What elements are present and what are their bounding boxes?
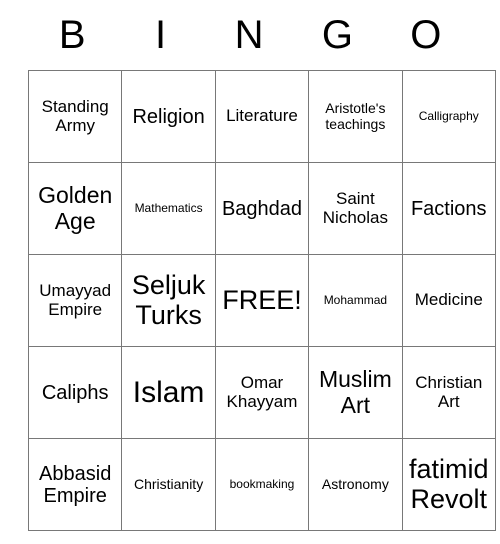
bingo-cell[interactable]: Seljuk Turks (121, 254, 216, 347)
bingo-cell-label: Christian Art (415, 372, 483, 411)
bingo-cell[interactable]: Christianity (121, 438, 216, 531)
bingo-header-letter-b: B (58, 13, 86, 57)
bingo-cell-label: Factions (410, 197, 487, 220)
bingo-header-letter-o: O (410, 13, 442, 57)
bingo-cell[interactable]: bookmaking (214, 438, 310, 531)
bingo-cell[interactable]: Omar Khayyam (214, 346, 310, 439)
bingo-cell[interactable]: Muslim Art (308, 346, 403, 439)
bingo-cell-label: Calligraphy (418, 108, 479, 123)
bingo-cell-label: Abbasid Empire (39, 462, 112, 507)
bingo-grid: Standing Army Religion Literature Aristo… (27, 70, 496, 531)
bingo-cell[interactable]: Literature (214, 70, 310, 163)
bingo-cell-label: Golden Age (38, 182, 113, 234)
bingo-cell-label: Medicine (414, 290, 483, 310)
bingo-row: Umayyad Empire Seljuk Turks FREE! Mohamm… (27, 254, 496, 347)
bingo-cell-label: Caliphs (41, 381, 109, 404)
bingo-cell-label: Standing Army (41, 96, 109, 135)
bingo-card: B I N G O Standing Army Religion Literat… (27, 0, 496, 531)
bingo-cell[interactable]: fatimid Revolt (401, 438, 496, 531)
bingo-header: B I N G O (28, 0, 470, 70)
bingo-cell-label: fatimid Revolt (408, 453, 489, 514)
bingo-cell-label: Mathematics (134, 200, 203, 215)
bingo-cell[interactable]: Islam (121, 346, 216, 439)
bingo-cell-label: Literature (226, 106, 298, 126)
bingo-cell[interactable]: Baghdad (214, 162, 310, 255)
bingo-cell-label: Muslim Art (318, 366, 392, 418)
bingo-free-space-label: FREE! (222, 284, 302, 315)
bingo-cell[interactable]: Aristotle's teachings (308, 70, 403, 163)
bingo-cell[interactable]: Caliphs (27, 346, 123, 439)
bingo-cell[interactable]: Factions (401, 162, 496, 255)
bingo-cell[interactable]: Mohammad (308, 254, 403, 347)
bingo-cell-label: Omar Khayyam (226, 372, 298, 411)
bingo-cell[interactable]: Abbasid Empire (27, 438, 123, 531)
bingo-cell[interactable]: Astronomy (308, 438, 403, 531)
bingo-cell-label: Astronomy (321, 475, 389, 492)
bingo-header-letter-g: G (321, 13, 353, 57)
bingo-cell-label: Saint Nicholas (322, 188, 388, 227)
bingo-cell[interactable]: Christian Art (401, 346, 496, 439)
bingo-cell-label: Aristotle's teachings (325, 100, 386, 132)
bingo-cell-label: Mohammad (323, 292, 388, 307)
bingo-cell-label: Christianity (133, 475, 204, 492)
bingo-cell-label: Baghdad (221, 197, 303, 220)
bingo-row: Standing Army Religion Literature Aristo… (27, 70, 496, 163)
bingo-cell-free[interactable]: FREE! (214, 254, 310, 347)
bingo-cell-label: Religion (132, 105, 205, 128)
bingo-cell[interactable]: Calligraphy (401, 70, 496, 163)
bingo-header-letter-n: N (234, 13, 264, 57)
bingo-header-letter-i: I (155, 13, 167, 57)
bingo-row: Caliphs Islam Omar Khayyam Muslim Art Ch… (27, 346, 496, 439)
bingo-cell-label: bookmaking (229, 476, 295, 491)
bingo-row: Golden Age Mathematics Baghdad Saint Nic… (27, 162, 496, 255)
bingo-cell[interactable]: Standing Army (27, 70, 123, 163)
bingo-cell[interactable]: Medicine (401, 254, 496, 347)
bingo-cell[interactable]: Umayyad Empire (27, 254, 123, 347)
bingo-cell[interactable]: Mathematics (121, 162, 216, 255)
bingo-cell[interactable]: Religion (121, 70, 216, 163)
bingo-cell[interactable]: Saint Nicholas (308, 162, 403, 255)
bingo-cell-label: Islam (132, 376, 205, 409)
bingo-cell[interactable]: Golden Age (27, 162, 123, 255)
bingo-row: Abbasid Empire Christianity bookmaking A… (27, 438, 496, 531)
bingo-cell-label: Seljuk Turks (131, 269, 206, 330)
bingo-cell-label: Umayyad Empire (39, 280, 112, 319)
